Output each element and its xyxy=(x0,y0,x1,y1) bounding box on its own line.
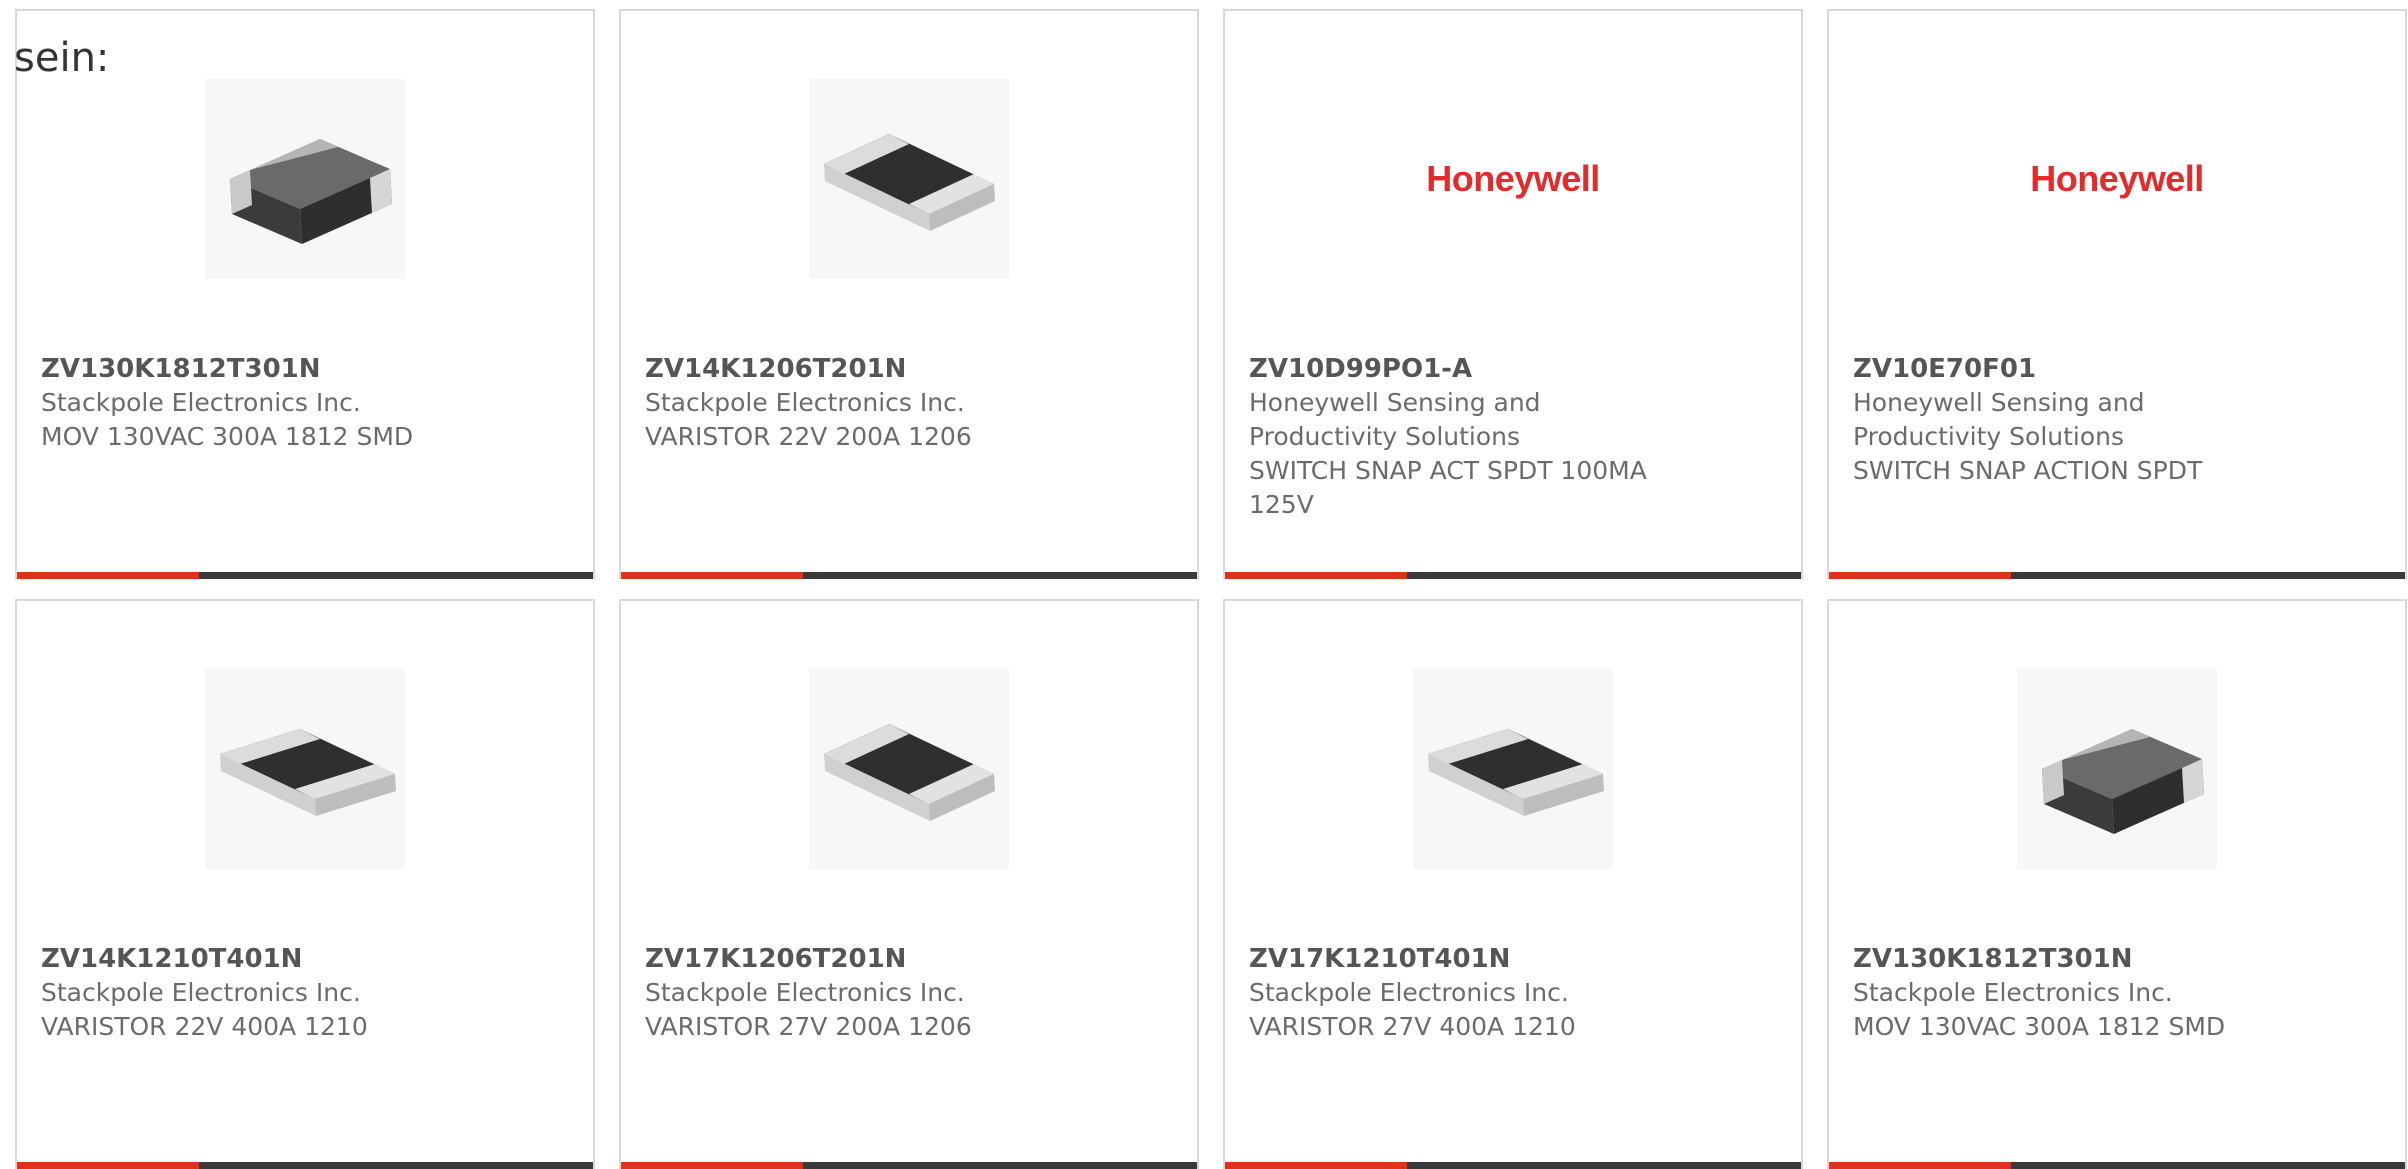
product-card[interactable]: ZV130K1812T301N Stackpole Electronics In… xyxy=(1827,599,2407,1169)
product-card[interactable]: ZV17K1210T401N Stackpole Electronics Inc… xyxy=(1223,599,1803,1169)
card-accent xyxy=(1225,572,1407,579)
intro-text: sein: xyxy=(14,35,110,81)
card-bottom-bar xyxy=(17,1162,593,1169)
manufacturer: Stackpole Electronics Inc. xyxy=(41,978,361,1007)
product-image[interactable] xyxy=(1829,669,2405,869)
description: SWITCH SNAP ACTION SPDT xyxy=(1853,456,2203,485)
card-bottom-bar xyxy=(621,572,1197,579)
manufacturer: Stackpole Electronics Inc. xyxy=(1853,978,2173,1007)
card-accent xyxy=(621,572,803,579)
product-image[interactable] xyxy=(17,669,593,869)
product-image[interactable] xyxy=(17,79,593,279)
part-number[interactable]: ZV17K1210T401N xyxy=(1249,942,1777,976)
product-card[interactable]: ZV17K1206T201N Stackpole Electronics Inc… xyxy=(619,599,1199,1169)
product-image[interactable] xyxy=(621,669,1197,869)
product-card[interactable]: ZV14K1210T401N Stackpole Electronics Inc… xyxy=(15,599,595,1169)
card-bottom-bar xyxy=(1829,572,2405,579)
product-info: ZV14K1206T201N Stackpole Electronics Inc… xyxy=(645,352,1173,454)
chip-image-flat xyxy=(1413,669,1613,869)
product-info: ZV14K1210T401N Stackpole Electronics Inc… xyxy=(41,942,569,1044)
manufacturer: Stackpole Electronics Inc. xyxy=(645,978,965,1007)
description: SWITCH SNAP ACT SPDT 100MA 125V xyxy=(1249,456,1647,519)
description: MOV 130VAC 300A 1812 SMD xyxy=(41,422,414,451)
card-accent xyxy=(17,1162,199,1169)
manufacturer: Stackpole Electronics Inc. xyxy=(645,388,965,417)
product-grid: ZV130K1812T301N Stackpole Electronics In… xyxy=(15,9,2408,1169)
card-accent xyxy=(17,572,199,579)
part-number[interactable]: ZV130K1812T301N xyxy=(41,352,569,386)
description: VARISTOR 22V 200A 1206 xyxy=(645,422,972,451)
card-accent xyxy=(621,1162,803,1169)
card-bottom-bar xyxy=(1225,572,1801,579)
part-number[interactable]: ZV10D99PO1-A xyxy=(1249,352,1777,386)
product-image[interactable] xyxy=(1225,669,1801,869)
part-number[interactable]: ZV17K1206T201N xyxy=(645,942,1173,976)
manufacturer: Honeywell Sensing and Productivity Solut… xyxy=(1249,388,1541,451)
chip-image-tall xyxy=(2017,669,2217,869)
chip-image-tall xyxy=(205,79,405,279)
product-image[interactable] xyxy=(621,79,1197,279)
card-accent xyxy=(1829,572,2011,579)
product-info: ZV10D99PO1-A Honeywell Sensing and Produ… xyxy=(1249,352,1777,522)
card-bottom-bar xyxy=(621,1162,1197,1169)
product-info: ZV17K1210T401N Stackpole Electronics Inc… xyxy=(1249,942,1777,1044)
chip-image-flat xyxy=(809,79,1009,279)
product-info: ZV10E70F01 Honeywell Sensing and Product… xyxy=(1853,352,2381,488)
product-card[interactable]: Honeywell ZV10E70F01 Honeywell Sensing a… xyxy=(1827,9,2407,579)
honeywell-logo: Honeywell xyxy=(1426,158,1600,199)
card-bottom-bar xyxy=(1225,1162,1801,1169)
part-number[interactable]: ZV14K1206T201N xyxy=(645,352,1173,386)
card-accent xyxy=(1829,1162,2011,1169)
description: VARISTOR 22V 400A 1210 xyxy=(41,1012,368,1041)
chip-image-flat xyxy=(205,669,405,869)
part-number[interactable]: ZV130K1812T301N xyxy=(1853,942,2381,976)
product-card[interactable]: ZV14K1206T201N Stackpole Electronics Inc… xyxy=(619,9,1199,579)
honeywell-logo: Honeywell xyxy=(2030,158,2204,199)
manufacturer: Stackpole Electronics Inc. xyxy=(41,388,361,417)
part-number[interactable]: ZV10E70F01 xyxy=(1853,352,2381,386)
product-info: ZV130K1812T301N Stackpole Electronics In… xyxy=(1853,942,2381,1044)
product-card[interactable]: ZV130K1812T301N Stackpole Electronics In… xyxy=(15,9,595,579)
description: VARISTOR 27V 400A 1210 xyxy=(1249,1012,1576,1041)
description: VARISTOR 27V 200A 1206 xyxy=(645,1012,972,1041)
product-image[interactable]: Honeywell xyxy=(1829,79,2405,279)
manufacturer: Honeywell Sensing and Productivity Solut… xyxy=(1853,388,2145,451)
card-accent xyxy=(1225,1162,1407,1169)
product-image[interactable]: Honeywell xyxy=(1225,79,1801,279)
product-card[interactable]: Honeywell ZV10D99PO1-A Honeywell Sensing… xyxy=(1223,9,1803,579)
description: MOV 130VAC 300A 1812 SMD xyxy=(1853,1012,2226,1041)
card-bottom-bar xyxy=(17,572,593,579)
product-info: ZV130K1812T301N Stackpole Electronics In… xyxy=(41,352,569,454)
product-info: ZV17K1206T201N Stackpole Electronics Inc… xyxy=(645,942,1173,1044)
manufacturer: Stackpole Electronics Inc. xyxy=(1249,978,1569,1007)
card-bottom-bar xyxy=(1829,1162,2405,1169)
chip-image-flat xyxy=(809,669,1009,869)
part-number[interactable]: ZV14K1210T401N xyxy=(41,942,569,976)
